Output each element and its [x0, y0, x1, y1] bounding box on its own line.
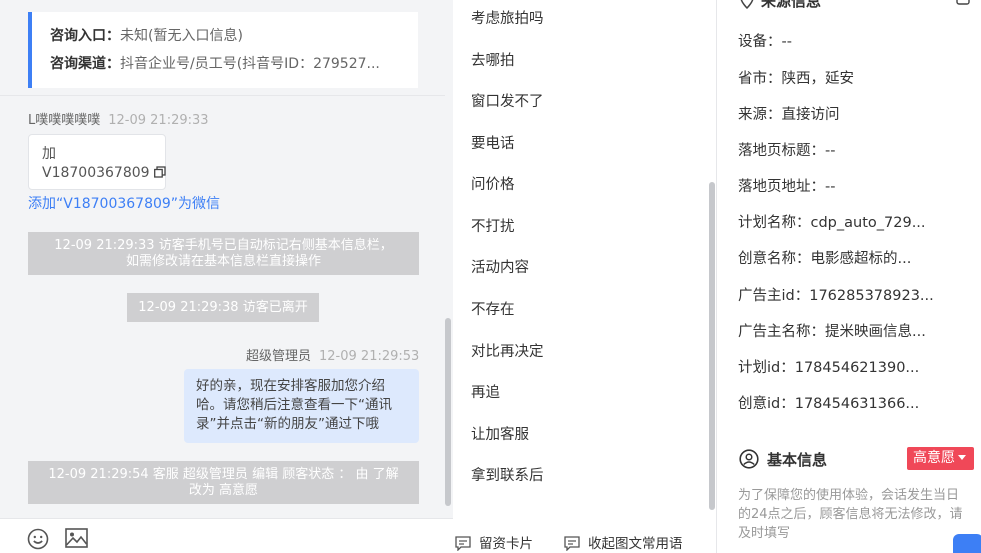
- info-row-plan-name: 计划名称：cdp_auto_729...: [738, 215, 926, 231]
- consult-entry-label: 咨询入口：: [50, 28, 120, 44]
- consult-entry-value: 未知(暂无入口信息): [120, 28, 243, 44]
- info-row-advertiser-id: 广告主id：176285378923...: [738, 288, 934, 304]
- message-time: 12-09 21:29:53: [319, 349, 420, 364]
- chat-panel: 咨询入口：未知(暂无入口信息) 咨询渠道：抖音企业号/员工号(抖音号ID：279…: [0, 0, 453, 553]
- visitor-message-header: L噗噗噗噗噗 12-09 21:29:33: [28, 109, 209, 128]
- consult-channel-label: 咨询渠道：: [50, 56, 120, 72]
- quick-reply-item[interactable]: 不存在: [471, 298, 515, 319]
- collapse-phrases-button[interactable]: 收起图文常用语: [564, 532, 683, 552]
- quick-reply-item[interactable]: 问价格: [471, 173, 515, 194]
- source-info-header: 来源信息: [739, 0, 821, 11]
- lead-card-label: 留资卡片: [479, 536, 533, 552]
- quick-reply-item[interactable]: 拿到联系后: [471, 464, 544, 485]
- chat-scrollbar[interactable]: [445, 318, 451, 506]
- message-time: 12-09 21:29:33: [108, 113, 209, 128]
- system-message-line: 12-09 21:29:33 访客手机号已自动标记右侧基本信息栏，: [54, 238, 393, 253]
- info-row-advertiser-name: 广告主名称：提米映画信息...: [738, 324, 926, 340]
- intent-status-dropdown[interactable]: 高意愿: [907, 447, 974, 470]
- info-row-device: 设备：--: [738, 34, 792, 50]
- copy-icon[interactable]: [154, 165, 166, 184]
- edit-notice: 为了保障您的使用体验，会话发生当日的24点之后，顾客信息将无法修改，请及时填写: [738, 488, 963, 541]
- system-message: 12-09 21:29:38 访客已离开: [127, 293, 319, 322]
- consult-info-card: 咨询入口：未知(暂无入口信息) 咨询渠道：抖音企业号/员工号(抖音号ID：279…: [28, 12, 418, 88]
- image-icon[interactable]: [65, 528, 88, 552]
- system-message: 12-09 21:29:54 客服 超级管理员 编辑 顾客状态 ： 由 了解 改…: [28, 461, 419, 504]
- info-row-landing-url: 落地页地址：--: [738, 179, 836, 195]
- info-row-city: 省市：陕西，延安: [738, 71, 854, 87]
- visitor-message-line: V18700367809: [42, 165, 150, 181]
- quick-reply-item[interactable]: 窗口发不了: [471, 90, 544, 111]
- intent-status-label: 高意愿: [913, 450, 955, 466]
- quick-replies-scrollbar[interactable]: [709, 182, 715, 510]
- consult-channel-value: 抖音企业号/员工号(抖音号ID：279527...: [120, 56, 380, 72]
- info-row-plan-id: 计划id：178454621390...: [738, 360, 920, 376]
- agent-message-bubble: 好的亲，现在安排客服加您介绍哈。请您稍后注意查看一下“通讯录”并点击“新的朋友”…: [184, 369, 419, 443]
- floating-action-button[interactable]: [953, 534, 981, 553]
- edit-icon[interactable]: [956, 0, 970, 9]
- system-message-line: 如需修改请在基本信息栏直接操作: [125, 254, 321, 269]
- system-message-line: 12-09 21:29:38 访客已离开: [138, 300, 308, 315]
- quick-reply-item[interactable]: 对比再决定: [471, 340, 544, 361]
- source-info-title: 来源信息: [761, 0, 822, 10]
- quick-replies-panel: 考虑旅拍吗 去哪拍 窗口发不了 要电话 问价格 不打扰 活动内容 不存在 对比再…: [453, 0, 717, 553]
- info-row-source: 来源：直接访问: [738, 107, 840, 123]
- user-circle-icon: [739, 449, 767, 469]
- system-message: 12-09 21:29:33 访客手机号已自动标记右侧基本信息栏， 如需修改请在…: [28, 232, 419, 275]
- chat-message-list[interactable]: 咨询入口：未知(暂无入口信息) 咨询渠道：抖音企业号/员工号(抖音号ID：279…: [0, 0, 453, 518]
- visitor-message-line: 加: [42, 146, 56, 162]
- visitor-name: L噗噗噗噗噗: [28, 113, 101, 128]
- info-row-landing-title: 落地页标题：--: [738, 143, 836, 159]
- system-message-line: 12-09 21:29:54 客服 超级管理员 编辑 顾客状态 ： 由 了解: [48, 467, 399, 482]
- quick-reply-item[interactable]: 不打扰: [471, 215, 515, 236]
- info-row-creative-id: 创意id：178454631366...: [738, 396, 920, 412]
- quick-reply-item[interactable]: 考虑旅拍吗: [471, 7, 544, 28]
- chevron-down-icon: [958, 455, 966, 460]
- emoji-icon[interactable]: [27, 528, 49, 553]
- quick-reply-item[interactable]: 让加客服: [471, 423, 529, 444]
- customer-info-panel: 来源信息 设备：-- 省市：陕西，延安 来源：直接访问 落地页标题：-- 落地页…: [717, 0, 981, 553]
- quick-reply-item[interactable]: 活动内容: [471, 256, 529, 277]
- lead-card-button[interactable]: 留资卡片: [455, 532, 533, 552]
- agent-message-header: 超级管理员 12-09 21:29:53: [246, 345, 419, 364]
- collapse-phrases-label: 收起图文常用语: [588, 536, 683, 552]
- system-message-line: 改为 高意愿: [188, 483, 259, 498]
- quick-reply-item[interactable]: 要电话: [471, 132, 515, 153]
- card-icon: [455, 536, 479, 552]
- info-row-creative-name: 创意名称：电影感超标的...: [738, 251, 912, 267]
- collapse-icon: [564, 536, 588, 552]
- basic-info-header: 基本信息: [739, 449, 827, 470]
- visitor-message-bubble: 加 V18700367809: [28, 134, 166, 190]
- basic-info-title: 基本信息: [767, 451, 828, 469]
- chat-toolbar: [0, 518, 453, 553]
- add-wechat-link[interactable]: 添加“V18700367809”为微信: [28, 193, 220, 213]
- divider: [0, 95, 445, 96]
- agent-name: 超级管理员: [246, 349, 312, 364]
- quick-reply-item[interactable]: 去哪拍: [471, 49, 515, 70]
- location-icon: [739, 0, 761, 10]
- quick-reply-item[interactable]: 再追: [471, 381, 500, 402]
